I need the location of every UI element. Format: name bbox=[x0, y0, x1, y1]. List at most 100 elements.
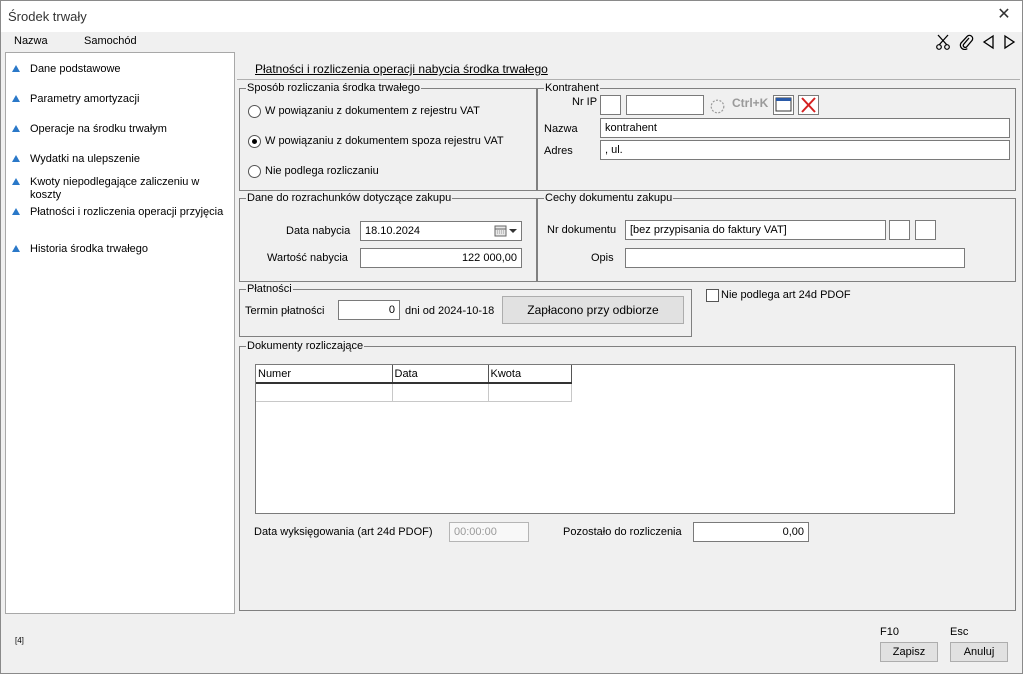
doc-open-button[interactable] bbox=[915, 220, 936, 240]
payment-term-input[interactable]: 0 bbox=[338, 300, 400, 320]
sidebar-item-label: Historia środka trwałego bbox=[30, 243, 148, 255]
art24d-checkbox[interactable] bbox=[706, 289, 719, 302]
group-legend: Cechy dokumentu zakupu bbox=[544, 192, 674, 205]
settlement-method-group: Sposób rozliczania środka trwałego W pow… bbox=[239, 82, 537, 191]
payments-group: Płatności Termin płatności 0 dni od 2024… bbox=[239, 283, 692, 337]
arrow-right-icon[interactable] bbox=[1001, 34, 1017, 50]
triangle-icon bbox=[12, 208, 20, 215]
description-input[interactable] bbox=[625, 248, 965, 268]
removal-date-input: 00:00:00 bbox=[449, 522, 529, 542]
purchase-value-input[interactable]: 122 000,00 bbox=[360, 248, 522, 268]
address-label: Adres bbox=[544, 145, 573, 157]
description-label: Opis bbox=[591, 252, 614, 264]
art24d-label: Nie podlega art 24d PDOF bbox=[721, 289, 851, 301]
sidebar-item-basic-data[interactable]: Dane podstawowe bbox=[12, 63, 230, 76]
table-cell[interactable] bbox=[256, 383, 393, 402]
window-title: Środek trwały bbox=[8, 9, 87, 24]
purchase-document-group: Cechy dokumentu zakupu Nr dokumentu [bez… bbox=[537, 192, 1016, 282]
main-content: Płatności i rozliczenia operacji nabycia… bbox=[237, 52, 1020, 614]
header-name-value: Samochód bbox=[84, 35, 137, 47]
table-row[interactable] bbox=[256, 383, 572, 402]
cancel-button[interactable]: Anuluj bbox=[950, 642, 1008, 662]
radio-non-vat-register-label: W powiązaniu z dokumentem spoza rejestru… bbox=[265, 135, 504, 147]
sidebar-item-non-deductible[interactable]: Kwoty niepodlegające zaliczeniu w koszty bbox=[12, 176, 230, 202]
settling-documents-table-area[interactable]: Numer Data Kwota bbox=[255, 364, 955, 514]
payment-term-label: Termin płatności bbox=[245, 305, 325, 317]
purchase-date-label: Data nabycia bbox=[286, 225, 351, 237]
sidebar-item-improvements[interactable]: Wydatki na ulepszenie bbox=[12, 153, 230, 166]
sidebar-item-label: Dane podstawowe bbox=[30, 63, 121, 75]
contractor-group: Kontrahent Nr IP Ctrl+K Nazwa kontrahent… bbox=[537, 82, 1016, 191]
nr-ip-prefix-input[interactable] bbox=[600, 95, 621, 115]
table-header-row: Numer Data Kwota bbox=[256, 365, 572, 384]
ctrl-k-shortcut: Ctrl+K bbox=[732, 96, 769, 110]
table-cell[interactable] bbox=[392, 383, 489, 402]
section-title: Płatności i rozliczenia operacji nabycia… bbox=[255, 62, 548, 76]
radio-vat-register-label: W powiązaniu z dokumentem z rejestru VAT bbox=[265, 105, 480, 117]
group-legend: Dokumenty rozliczające bbox=[246, 340, 365, 353]
triangle-icon bbox=[12, 95, 20, 102]
doc-number-input[interactable]: [bez przypisania do faktury VAT] bbox=[625, 220, 886, 240]
column-header-amount[interactable]: Kwota bbox=[488, 365, 572, 384]
status-number: [4] bbox=[15, 636, 24, 645]
window: Środek trwały ✕ Nazwa Samochód Dane pods… bbox=[0, 0, 1023, 674]
purchase-value-label: Wartość nabycia bbox=[267, 252, 348, 264]
sidebar-item-label: Kwoty niepodlegające zaliczeniu w koszty bbox=[30, 176, 200, 201]
triangle-icon bbox=[12, 125, 20, 132]
settling-documents-table: Numer Data Kwota bbox=[256, 365, 572, 402]
sidebar: Dane podstawowe Parametry amortyzacji Op… bbox=[5, 52, 235, 614]
name-input[interactable]: kontrahent bbox=[600, 118, 1010, 138]
triangle-icon bbox=[12, 65, 20, 72]
radio-non-vat-register[interactable] bbox=[248, 135, 261, 148]
calendar-icon[interactable] bbox=[494, 225, 520, 237]
doc-number-label: Nr dokumentu bbox=[547, 224, 617, 236]
lookup-circle-icon[interactable] bbox=[710, 99, 725, 114]
group-legend: Kontrahent bbox=[544, 82, 600, 95]
triangle-icon bbox=[12, 155, 20, 162]
group-legend: Płatności bbox=[246, 283, 293, 296]
sidebar-item-label: Operacje na środku trwałym bbox=[30, 123, 167, 135]
close-icon[interactable]: ✕ bbox=[993, 4, 1015, 26]
divider bbox=[237, 79, 1020, 80]
name-label: Nazwa bbox=[544, 123, 578, 135]
paperclip-icon[interactable] bbox=[958, 34, 974, 50]
purchase-date-value: 18.10.2024 bbox=[365, 225, 421, 237]
title-bar: Środek trwały ✕ bbox=[1, 1, 1022, 32]
group-legend: Dane do rozrachunków dotyczące zakupu bbox=[246, 192, 453, 205]
save-button[interactable]: Zapisz bbox=[880, 642, 938, 662]
column-header-date[interactable]: Data bbox=[392, 365, 489, 384]
radio-not-settled[interactable] bbox=[248, 165, 261, 178]
header-name-label: Nazwa bbox=[14, 35, 48, 47]
sidebar-item-label: Parametry amortyzacji bbox=[30, 93, 140, 105]
settling-documents-group: Dokumenty rozliczające Numer Data Kwota bbox=[239, 340, 1016, 611]
sidebar-item-depreciation[interactable]: Parametry amortyzacji bbox=[12, 93, 230, 106]
address-input[interactable]: , ul. bbox=[600, 140, 1010, 160]
table-cell[interactable] bbox=[488, 383, 572, 402]
purchase-data-group: Dane do rozrachunków dotyczące zakupu Da… bbox=[239, 192, 537, 282]
sidebar-item-payments[interactable]: Płatności i rozliczenia operacji przyjęc… bbox=[12, 206, 230, 219]
paid-on-receipt-button[interactable]: Zapłacono przy odbiorze bbox=[502, 296, 684, 324]
window-icon[interactable] bbox=[773, 95, 794, 115]
radio-not-settled-label: Nie podlega rozliczaniu bbox=[265, 165, 379, 177]
cancel-shortcut-label: Esc bbox=[950, 626, 969, 638]
remaining-input: 0,00 bbox=[693, 522, 809, 542]
scissors-icon[interactable] bbox=[935, 34, 951, 50]
sidebar-item-label: Wydatki na ulepszenie bbox=[30, 153, 140, 165]
nr-ip-label: Nr IP bbox=[572, 96, 598, 108]
radio-vat-register[interactable] bbox=[248, 105, 261, 118]
arrow-left-icon[interactable] bbox=[981, 34, 997, 50]
triangle-icon bbox=[12, 245, 20, 252]
nr-ip-input[interactable] bbox=[626, 95, 704, 115]
column-header-number[interactable]: Numer bbox=[256, 365, 393, 384]
sidebar-item-label: Płatności i rozliczenia operacji przyjęc… bbox=[30, 206, 224, 218]
group-legend: Sposób rozliczania środka trwałego bbox=[246, 82, 422, 95]
days-from-label: dni od 2024-10-18 bbox=[405, 305, 495, 317]
removal-date-label: Data wyksięgowania (art 24d PDOF) bbox=[254, 526, 433, 538]
header-bar: Nazwa Samochód bbox=[1, 32, 1022, 52]
remaining-label: Pozostało do rozliczenia bbox=[563, 526, 682, 538]
doc-select-button[interactable] bbox=[889, 220, 910, 240]
clear-icon[interactable] bbox=[798, 95, 819, 115]
sidebar-item-operations[interactable]: Operacje na środku trwałym bbox=[12, 123, 230, 136]
save-shortcut-label: F10 bbox=[880, 626, 899, 638]
sidebar-item-history[interactable]: Historia środka trwałego bbox=[12, 243, 230, 256]
